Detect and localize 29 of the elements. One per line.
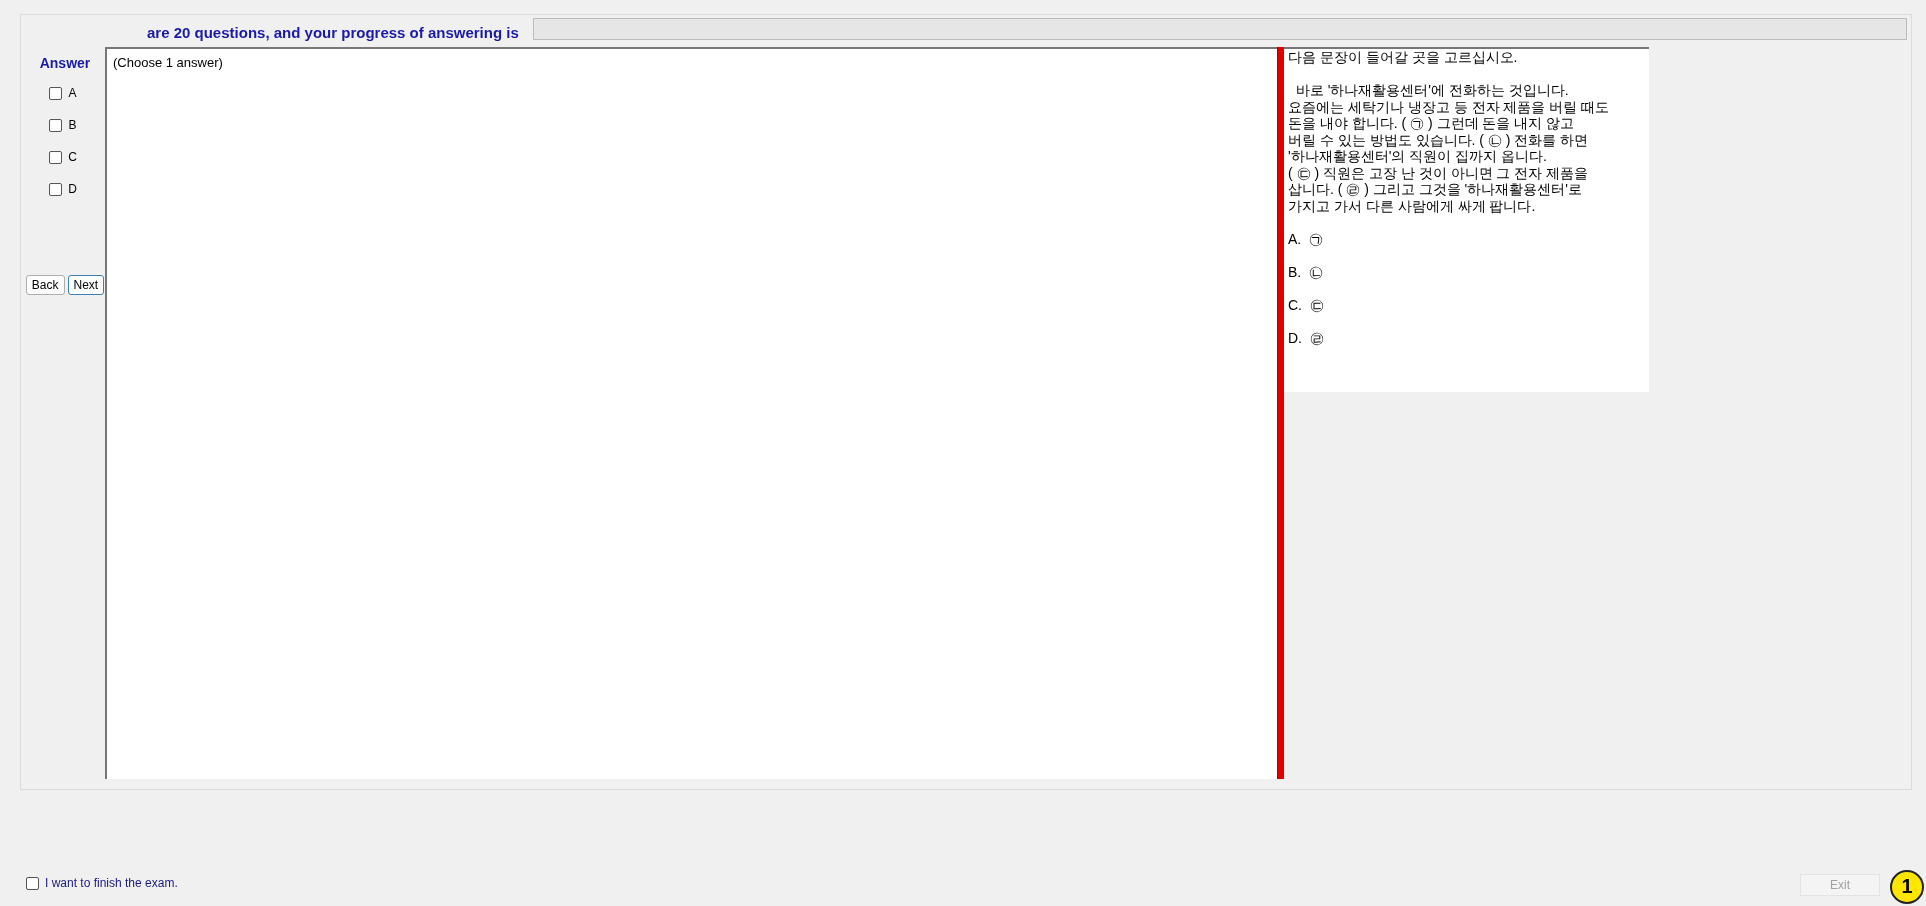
progress-label: are 20 questions, and your progress of answering is [147, 23, 519, 41]
passage-line: 돈을 내야 합니다. ( ㉠ ) 그런데 돈을 내지 않고 [1288, 115, 1576, 132]
back-button[interactable]: Back [25, 275, 65, 295]
passage-line: 가지고 가서 다른 사람에게 싸게 팝니다. [1288, 197, 1537, 214]
passage-heading: 다음 문장이 들어갈 곳을 고르십시오. [1288, 49, 1519, 66]
instruction-text: (Choose 1 answer) [113, 55, 223, 70]
choice-text: A. ㉠ [1288, 231, 1324, 247]
answer-checkbox[interactable] [49, 118, 63, 132]
passage-line: 삽니다. ( ㉣ ) 그리고 그것을 '하나재활용센터'로 [1288, 181, 1583, 198]
passage-line: 버릴 수 있는 방법도 있습니다. ( ㉡ ) 전화를 하면 [1288, 131, 1590, 148]
choice-text: B. ㉡ [1288, 264, 1324, 280]
answer-heading: Answer [39, 55, 91, 71]
option-label: B [68, 118, 77, 132]
answer-checkbox[interactable] [49, 86, 63, 100]
finish-checkbox[interactable] [26, 876, 39, 890]
option-label: A [68, 86, 77, 100]
passage-line: 바로 '하나재활용센터'에 전화하는 것입니다. [1294, 82, 1570, 99]
passage-line: '하나재활용센터'의 직원이 집까지 옵니다. [1288, 148, 1548, 165]
next-button[interactable]: Next [67, 275, 105, 295]
choice-text: C. ㉢ [1288, 297, 1325, 313]
answer-checkbox[interactable] [49, 150, 63, 164]
passage-line: 요즘에는 세탁기나 냉장고 등 전자 제품을 버릴 때도 [1288, 98, 1611, 115]
choice-text: D. ㉣ [1288, 330, 1325, 346]
number-badge: 1 [1890, 870, 1924, 904]
option-label: C [68, 150, 77, 164]
answer-checkbox[interactable] [49, 182, 63, 196]
passage-line: ( ㉢ ) 직원은 고장 난 것이 아니면 그 전자 제품을 [1288, 164, 1590, 181]
finish-label: I want to finish the exam. [45, 876, 178, 890]
option-label: D [68, 182, 77, 196]
